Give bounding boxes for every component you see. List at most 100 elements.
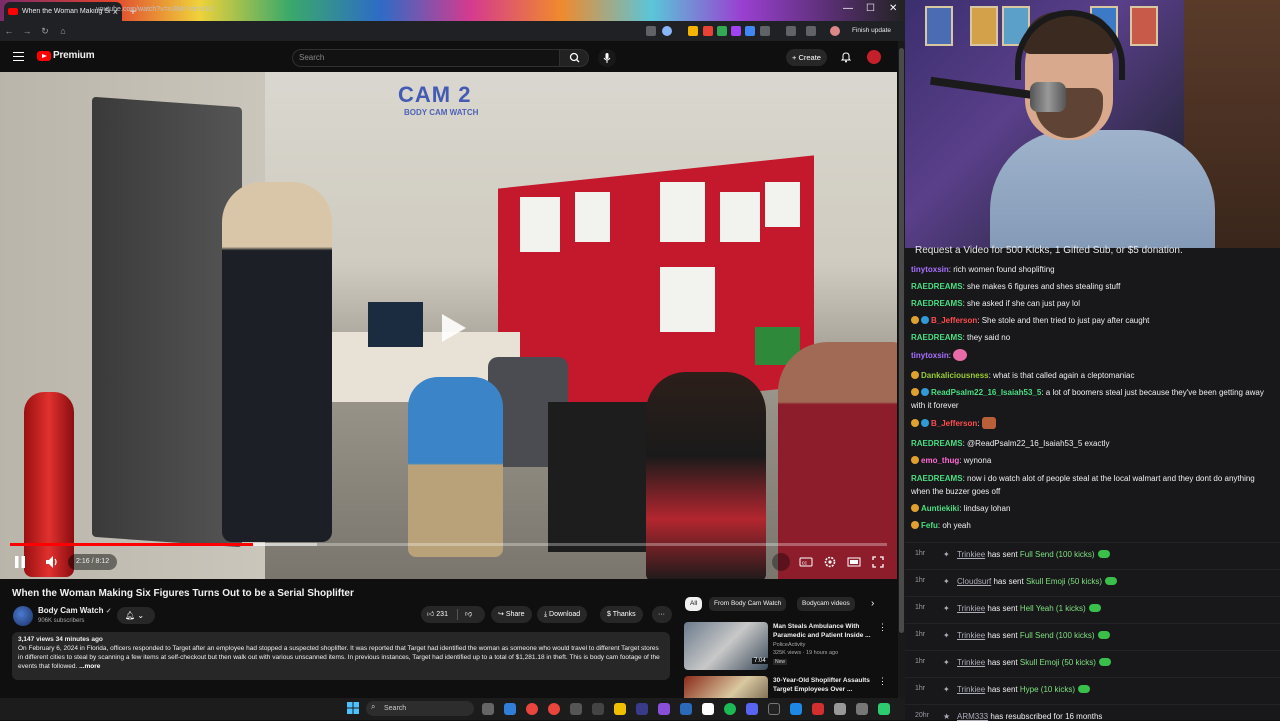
app-icon[interactable] xyxy=(592,703,604,715)
channel-avatar[interactable] xyxy=(13,606,33,626)
chrome-icon[interactable] xyxy=(548,703,560,715)
captions-icon[interactable]: cc xyxy=(799,555,813,569)
chat-username[interactable]: tinytoxsin xyxy=(911,265,949,274)
extension-icon[interactable] xyxy=(731,26,741,36)
edge-icon[interactable] xyxy=(504,703,516,715)
url-field[interactable]: youtube.com/watch?v=nJlMnYdmVL0 xyxy=(82,3,642,17)
youtube-logo-icon[interactable] xyxy=(37,51,51,61)
minimize-icon[interactable]: — xyxy=(843,3,853,14)
forward-arrow-icon[interactable]: → xyxy=(18,26,36,36)
event-user[interactable]: Trinkiee xyxy=(957,604,985,613)
app-icon[interactable] xyxy=(680,703,692,715)
scrollbar-thumb[interactable] xyxy=(899,48,904,633)
chrome-icon[interactable] xyxy=(526,703,538,715)
chat-username[interactable]: ReadPsalm22_16_Isaiah53_5 xyxy=(931,388,1041,397)
event-user[interactable]: Trinkiee xyxy=(957,685,985,694)
chat-username[interactable]: B_Jefferson xyxy=(931,419,977,428)
event-user[interactable]: Cloudsurf xyxy=(957,577,991,586)
theater-mode-icon[interactable] xyxy=(847,555,861,569)
more-actions-button[interactable]: ··· xyxy=(652,606,672,623)
taskbar-search[interactable]: Search xyxy=(366,701,474,716)
big-play-icon[interactable] xyxy=(432,308,472,348)
discord-icon[interactable] xyxy=(746,703,758,715)
chat-username[interactable]: RAEDREAMS xyxy=(911,439,963,448)
event-user[interactable]: Trinkiee xyxy=(957,550,985,559)
chat-username[interactable]: tinytoxsin xyxy=(911,351,949,360)
obs-icon[interactable] xyxy=(658,703,670,715)
recommended-channel[interactable]: PoliceActivity xyxy=(773,642,805,648)
home-icon[interactable]: ⌂ xyxy=(54,26,72,36)
downloads-icon[interactable] xyxy=(806,26,816,36)
pause-icon[interactable] xyxy=(12,554,28,570)
app-icon[interactable] xyxy=(790,703,802,715)
account-avatar[interactable] xyxy=(867,50,881,64)
chat-username[interactable]: RAEDREAMS xyxy=(911,333,963,342)
profile-avatar-icon[interactable] xyxy=(830,26,840,36)
chat-username[interactable]: Dankaliciousness xyxy=(921,371,989,380)
volume-icon[interactable] xyxy=(44,554,60,570)
event-user[interactable]: Trinkiee xyxy=(957,658,985,667)
app-icon[interactable] xyxy=(636,703,648,715)
maximize-icon[interactable]: ☐ xyxy=(866,3,875,14)
windows-start-icon[interactable] xyxy=(347,702,359,714)
recommended-title[interactable]: 30-Year-Old Shoplifter Assaults Target E… xyxy=(773,676,873,694)
search-button[interactable] xyxy=(559,49,589,67)
chat-username[interactable]: RAEDREAMS xyxy=(911,474,963,483)
extension-icon[interactable] xyxy=(745,26,755,36)
chat-username[interactable]: Fefu xyxy=(921,521,938,530)
back-arrow-icon[interactable]: ← xyxy=(0,26,18,36)
subscribed-button[interactable]: 🔔︎ ⌄ xyxy=(117,607,155,624)
cast-icon[interactable] xyxy=(646,26,656,36)
sidebar-icon[interactable] xyxy=(786,26,796,36)
video-player[interactable]: CAM 2 BODY CAM WATCH 2:16 / 8:12 cc xyxy=(0,72,897,579)
chip-all[interactable]: All xyxy=(685,597,703,611)
chip-bodycam-videos[interactable]: Bodycam videos xyxy=(797,597,855,611)
chat-username[interactable]: RAEDREAMS xyxy=(911,282,963,291)
extension-icon[interactable] xyxy=(703,26,713,36)
fullscreen-icon[interactable] xyxy=(871,555,885,569)
recommended-video[interactable]: 7:04 Man Steals Ambulance With Paramedic… xyxy=(684,622,887,672)
extensions-puzzle-icon[interactable] xyxy=(760,26,770,36)
file-explorer-icon[interactable] xyxy=(614,703,626,715)
recommended-video[interactable]: 30-Year-Old Shoplifter Assaults Target E… xyxy=(684,676,887,698)
create-button[interactable]: + Create xyxy=(786,49,827,66)
app-icon[interactable] xyxy=(570,703,582,715)
app-icon[interactable] xyxy=(812,703,824,715)
app-icon[interactable] xyxy=(878,703,890,715)
spotify-icon[interactable] xyxy=(724,703,736,715)
settings-gear-icon[interactable] xyxy=(823,555,837,569)
recommended-title[interactable]: Man Steals Ambulance With Paramedic and … xyxy=(773,622,873,640)
download-button[interactable]: ⤓ Download xyxy=(537,606,588,623)
app-icon[interactable] xyxy=(834,703,846,715)
more-vertical-icon[interactable]: ⋮ xyxy=(878,622,887,633)
chat-username[interactable]: B_Jefferson xyxy=(931,316,977,325)
search-input[interactable]: Search xyxy=(292,49,560,67)
voice-search-button[interactable] xyxy=(598,49,616,67)
autoplay-toggle[interactable] xyxy=(772,553,790,571)
more-vertical-icon[interactable]: ⋮ xyxy=(878,676,887,687)
finish-update-button[interactable]: Finish update xyxy=(848,25,895,37)
chevron-right-icon[interactable]: › xyxy=(871,598,874,609)
app-icon[interactable] xyxy=(856,703,868,715)
extension-icon[interactable] xyxy=(717,26,727,36)
thanks-button[interactable]: $ Thanks xyxy=(600,606,643,623)
channel-name[interactable]: Body Cam Watch ✓ xyxy=(38,606,112,615)
chat-username[interactable]: RAEDREAMS xyxy=(911,299,963,308)
app-icon[interactable] xyxy=(768,703,780,715)
close-window-icon[interactable]: ✕ xyxy=(889,3,897,14)
share-button[interactable]: ↪ Share xyxy=(491,606,532,623)
notifications-bell-icon[interactable] xyxy=(840,51,852,63)
app-icon[interactable] xyxy=(702,703,714,715)
show-more-link[interactable]: ...more xyxy=(79,663,100,670)
task-view-icon[interactable] xyxy=(482,703,494,715)
like-button[interactable]: 👍︎ 231 xyxy=(427,606,448,623)
extension-icon[interactable] xyxy=(688,26,698,36)
reload-icon[interactable]: ↻ xyxy=(36,26,54,37)
event-user[interactable]: Trinkiee xyxy=(957,631,985,640)
chat-username[interactable]: emo_thug xyxy=(921,456,959,465)
video-thumbnail[interactable] xyxy=(684,676,768,698)
menu-icon[interactable] xyxy=(13,52,24,61)
dislike-button[interactable]: 👎︎ xyxy=(465,606,472,623)
bookmark-star-icon[interactable] xyxy=(662,26,672,36)
chat-username[interactable]: Auntiekiki xyxy=(921,504,959,513)
